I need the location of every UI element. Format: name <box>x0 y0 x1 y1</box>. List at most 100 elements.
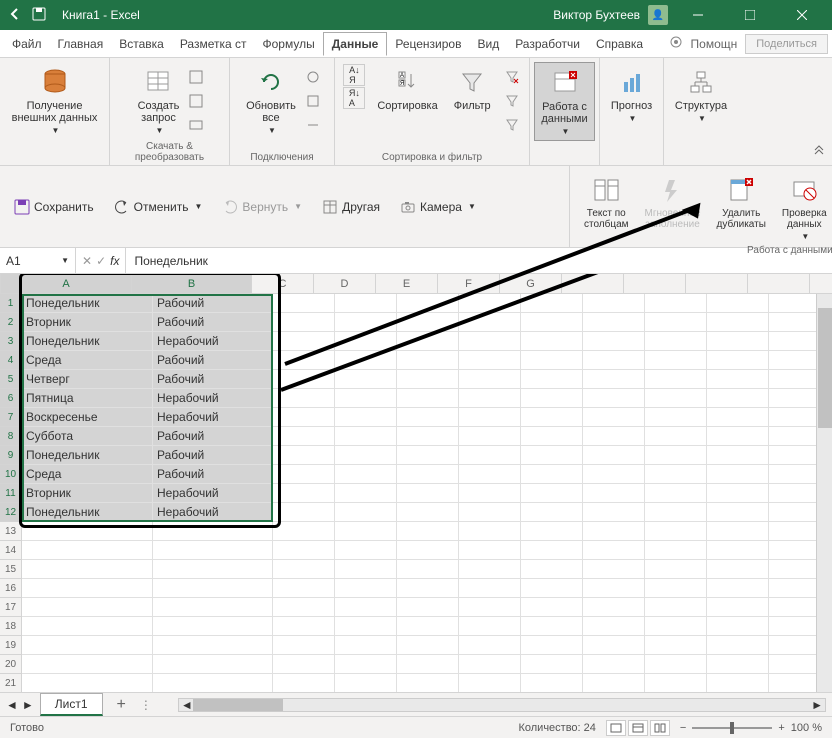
name-box[interactable]: A1▼ <box>0 248 76 273</box>
cell-A11[interactable]: Вторник <box>22 484 153 503</box>
cells[interactable]: ПонедельникРабочийВторникРабочийПонедель… <box>22 294 832 692</box>
query-opt1[interactable] <box>185 66 207 88</box>
cell-A5[interactable]: Четверг <box>22 370 153 389</box>
row-header-6[interactable]: 6 <box>0 389 21 408</box>
fx-icon[interactable]: fx <box>110 254 119 268</box>
cell-B6[interactable]: Нерабочий <box>153 389 273 408</box>
filter-clear[interactable] <box>501 66 523 88</box>
cell-B7[interactable]: Нерабочий <box>153 408 273 427</box>
save-button[interactable]: Сохранить <box>8 196 100 218</box>
menu-формулы[interactable]: Формулы <box>255 32 323 56</box>
share-button[interactable]: Поделиться <box>745 34 828 54</box>
cell-B1[interactable]: Рабочий <box>153 294 273 313</box>
save-icon[interactable] <box>32 7 46 24</box>
menu-данные[interactable]: Данные <box>323 32 388 56</box>
vertical-scrollbar[interactable] <box>816 294 832 692</box>
filter-button[interactable]: Фильтр <box>448 62 497 116</box>
row-header-4[interactable]: 4 <box>0 351 21 370</box>
structure-button[interactable]: Структура▼ <box>669 62 733 127</box>
camera-button[interactable]: Камера▼ <box>394 196 482 218</box>
query-opt3[interactable] <box>185 114 207 136</box>
add-sheet-button[interactable]: + <box>109 696 134 714</box>
menu-рецензиров[interactable]: Рецензиров <box>387 32 469 56</box>
row-header-1[interactable]: 1 <box>0 294 21 313</box>
query-opt2[interactable] <box>185 90 207 112</box>
conn-opt1[interactable] <box>302 66 324 88</box>
cell-B11[interactable]: Нерабочий <box>153 484 273 503</box>
col-header-A[interactable]: A <box>1 274 132 293</box>
refresh-all-button[interactable]: Обновить все▼ <box>240 62 302 139</box>
row-header-9[interactable]: 9 <box>0 446 21 465</box>
row-header-16[interactable]: 16 <box>0 579 21 598</box>
cancel-formula-icon[interactable]: ✕ <box>82 254 92 268</box>
back-icon[interactable] <box>8 7 22 24</box>
menu-разработчи[interactable]: Разработчи <box>507 32 588 56</box>
flash-fill-button[interactable]: Мгновенное заполнение <box>639 170 707 245</box>
cell-B4[interactable]: Рабочий <box>153 351 273 370</box>
col-header-G[interactable]: G <box>500 274 562 293</box>
zoom-level[interactable]: 100 % <box>791 722 822 734</box>
row-header-14[interactable]: 14 <box>0 541 21 560</box>
col-header-C[interactable]: C <box>252 274 314 293</box>
menu-главная[interactable]: Главная <box>50 32 112 56</box>
row-header-8[interactable]: 8 <box>0 427 21 446</box>
view-pagebreak-button[interactable] <box>650 720 670 736</box>
spreadsheet-grid[interactable]: ABCDEFG 12345678910111213141516171819202… <box>0 274 832 692</box>
conn-opt2[interactable] <box>302 90 324 112</box>
cell-A4[interactable]: Среда <box>22 351 153 370</box>
redo-button[interactable]: Вернуть▼ <box>216 196 308 218</box>
row-header-7[interactable]: 7 <box>0 408 21 427</box>
zoom-slider[interactable] <box>692 727 772 729</box>
cell-A3[interactable]: Понедельник <box>22 332 153 351</box>
row-header-20[interactable]: 20 <box>0 655 21 674</box>
col-header-D[interactable]: D <box>314 274 376 293</box>
row-header-18[interactable]: 18 <box>0 617 21 636</box>
menu-вид[interactable]: Вид <box>469 32 507 56</box>
cell-A1[interactable]: Понедельник <box>22 294 153 313</box>
cell-B9[interactable]: Рабочий <box>153 446 273 465</box>
cell-B10[interactable]: Рабочий <box>153 465 273 484</box>
get-external-data-button[interactable]: Получение внешних данных▼ <box>6 62 104 139</box>
filter-reapply[interactable] <box>501 90 523 112</box>
view-layout-button[interactable] <box>628 720 648 736</box>
sort-button[interactable]: АЯ Сортировка <box>371 62 443 116</box>
cell-B5[interactable]: Рабочий <box>153 370 273 389</box>
cell-A10[interactable]: Среда <box>22 465 153 484</box>
col-header-F[interactable]: F <box>438 274 500 293</box>
tell-me-icon[interactable] <box>669 35 683 52</box>
cell-B12[interactable]: Нерабочий <box>153 503 273 522</box>
cell-B3[interactable]: Нерабочий <box>153 332 273 351</box>
sheet-next-icon[interactable]: ► <box>22 698 34 712</box>
conn-opt3[interactable] <box>302 114 324 136</box>
enter-formula-icon[interactable]: ✓ <box>96 254 106 268</box>
row-header-13[interactable]: 13 <box>0 522 21 541</box>
user-name[interactable]: Виктор Бухтеев <box>553 8 640 22</box>
row-header-15[interactable]: 15 <box>0 560 21 579</box>
collapse-ribbon-icon[interactable] <box>812 142 826 159</box>
row-header-2[interactable]: 2 <box>0 313 21 332</box>
view-normal-button[interactable] <box>606 720 626 736</box>
zoom-out-button[interactable]: − <box>680 722 686 734</box>
sort-az-button[interactable]: А↓Я <box>343 64 365 86</box>
menu-файл[interactable]: Файл <box>4 32 50 56</box>
undo-button[interactable]: Отменить▼ <box>108 196 209 218</box>
other-button[interactable]: Другая <box>316 196 386 218</box>
filter-adv[interactable] <box>501 114 523 136</box>
row-header-12[interactable]: 12 <box>0 503 21 522</box>
row-header-21[interactable]: 21 <box>0 674 21 692</box>
avatar[interactable]: 👤 <box>648 5 668 25</box>
cell-B8[interactable]: Рабочий <box>153 427 273 446</box>
remove-duplicates-button[interactable]: Удалить дубликаты <box>711 170 772 245</box>
row-header-11[interactable]: 11 <box>0 484 21 503</box>
cell-A7[interactable]: Воскресенье <box>22 408 153 427</box>
row-header-5[interactable]: 5 <box>0 370 21 389</box>
sheet-prev-icon[interactable]: ◄ <box>6 698 18 712</box>
close-button[interactable] <box>780 0 824 30</box>
menu-разметка ст[interactable]: Разметка ст <box>172 32 255 56</box>
col-header-E[interactable]: E <box>376 274 438 293</box>
cell-A12[interactable]: Понедельник <box>22 503 153 522</box>
sheet-tab-1[interactable]: Лист1 <box>40 693 103 716</box>
sort-za-button[interactable]: Я↓А <box>343 87 365 109</box>
cell-A8[interactable]: Суббота <box>22 427 153 446</box>
maximize-button[interactable] <box>728 0 772 30</box>
